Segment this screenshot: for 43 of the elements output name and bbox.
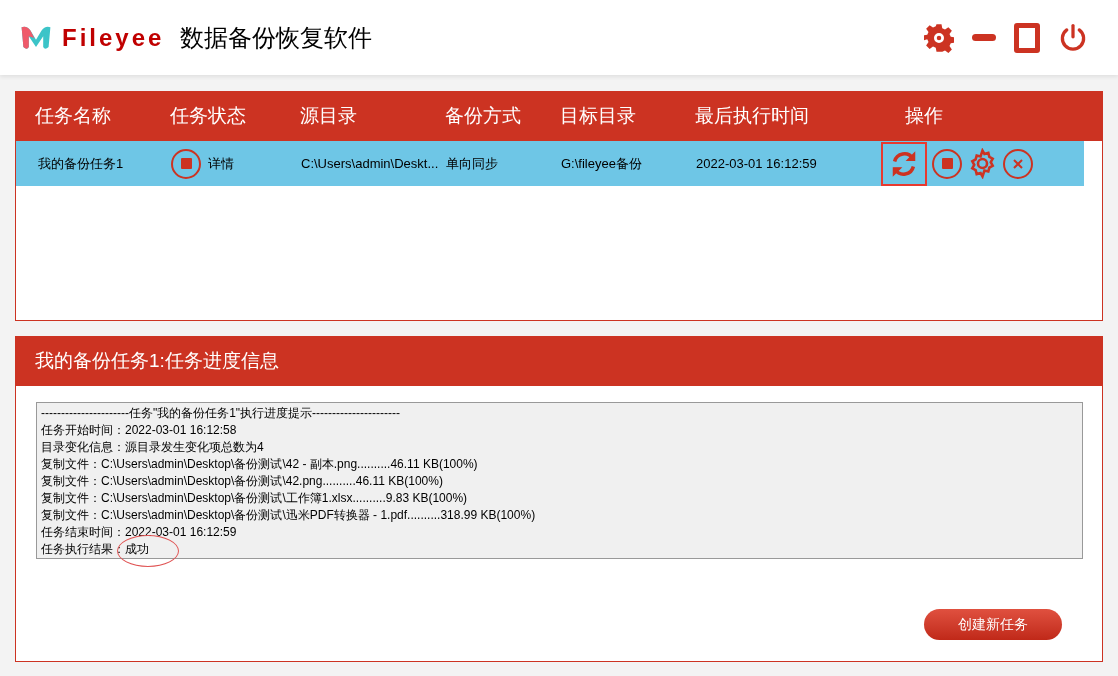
logo-text: Fileyee (62, 22, 165, 53)
stop-icon[interactable] (171, 148, 201, 179)
power-icon[interactable] (1058, 22, 1088, 53)
column-header: 备份方式 (445, 104, 522, 129)
minimize-icon[interactable] (972, 34, 996, 41)
column-header: 操作 (905, 104, 944, 129)
backup-method: 单向同步 (446, 154, 499, 173)
column-header: 任务名称 (35, 104, 112, 129)
source-directory: C:\Users\admin\Deskt... (301, 154, 440, 173)
log-value: 2022-03-01 16:12:59 (125, 524, 237, 541)
maximize-icon[interactable] (1014, 22, 1040, 53)
settings-icon[interactable] (924, 22, 954, 53)
log-value: 成功 (125, 541, 149, 558)
task-row[interactable]: 我的备份任务1 详情 C:\Users\admin\Deskt... 单向同步 G:\fileyee备份 2022-03-01 16:12:59 (16, 141, 1084, 186)
delete-icon[interactable] (1003, 148, 1033, 179)
log-label: 复制文件： (41, 490, 101, 507)
log-label: 复制文件： (41, 473, 101, 490)
target-directory: G:\fileyee备份 (561, 154, 643, 173)
log-line: ----------------------任务"我的备份任务1"执行进度提示---------------------- (41, 405, 402, 422)
log-label: 任务开始时间： (41, 422, 125, 439)
log-label: 任务执行结果： (41, 541, 125, 558)
log-value: C:\Users\admin\Desktop\备份测试\工作簿1.xlsx..........9.83 KB(100%) (101, 490, 468, 507)
details-link[interactable]: 详情 (208, 153, 234, 174)
log-label: 目录变化信息： (41, 439, 125, 456)
stop-icon[interactable] (932, 148, 962, 179)
column-header: 任务状态 (170, 104, 247, 129)
log-value: C:\Users\admin\Desktop\备份测试\42.png..........46.11 KB(100%) (101, 473, 443, 490)
column-header: 最后执行时间 (695, 104, 810, 129)
log-label: 任务结束时间： (41, 524, 125, 541)
log-label: 复制文件： (41, 507, 101, 524)
last-run-time: 2022-03-01 16:12:59 (696, 154, 818, 173)
task-name: 我的备份任务1 (38, 154, 125, 173)
refresh-button[interactable] (881, 141, 927, 186)
app-title: 数据备份恢复软件 (180, 22, 373, 53)
create-task-button[interactable]: 创建新任务 (924, 609, 1062, 640)
panel-title: 我的备份任务1:任务进度信息 (35, 349, 279, 374)
log-value: C:\Users\admin\Desktop\备份测试\迅米PDF转换器 - 1.pdf..........318.99 KB(100%) (101, 507, 536, 524)
log-value: 源目录发生变化项总数为4 (125, 439, 264, 456)
column-header: 源目录 (300, 104, 358, 129)
log-label: 复制文件： (41, 456, 101, 473)
log-value: 2022-03-01 16:12:58 (125, 422, 237, 439)
log-value: C:\Users\admin\Desktop\备份测试\42 - 副本.png..........46.11 KB(100%) (101, 456, 478, 473)
column-header: 目标目录 (560, 104, 637, 129)
